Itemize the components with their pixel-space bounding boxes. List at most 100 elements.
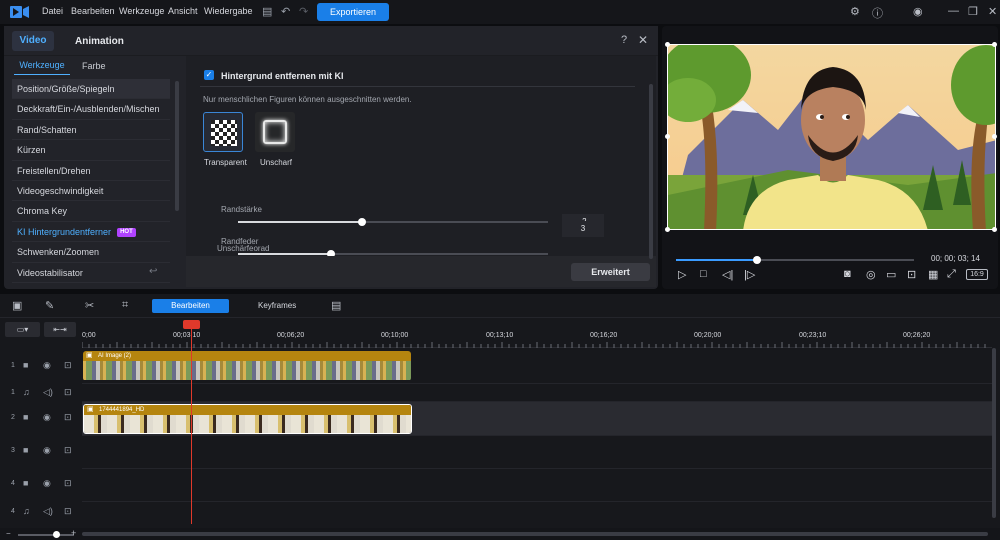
visibility-eye-icon[interactable]: ◉ — [43, 478, 51, 489]
timeline-ruler[interactable]: 0;00 00;03;10 00;06;20 00;10;00 00;13;10… — [82, 326, 992, 348]
lock-icon[interactable]: ⊡ — [64, 412, 72, 423]
fullscreen-icon[interactable]: ⤢ — [947, 268, 956, 281]
export-list-icon[interactable]: ▤ — [331, 299, 341, 312]
menu-bearbeiten[interactable]: Bearbeiten — [71, 6, 115, 16]
track-lane-4-audio[interactable] — [82, 502, 992, 524]
tool-item-deckkraft[interactable]: Deckkraft/Ein-/Ausblenden/Mischen — [12, 99, 170, 120]
randfeder-value[interactable]: 3 — [562, 221, 604, 237]
option-transparent[interactable] — [203, 112, 243, 152]
keyframes-button[interactable]: Keyframes — [258, 301, 296, 310]
clip-ai-image[interactable]: ▣ AI Image (2) — [83, 351, 411, 381]
timeline-horizontal-scrollbar[interactable] — [82, 532, 988, 536]
snapshot-icon[interactable]: ◙ — [844, 268, 851, 280]
subtitle-icon[interactable]: ▭ — [886, 268, 896, 281]
tool-item-rand[interactable]: Rand/Schatten — [12, 120, 170, 141]
zoom-out-icon[interactable]: − — [6, 529, 11, 538]
tool-item-chroma-key[interactable]: Chroma Key — [12, 201, 170, 222]
subtab-werkzeuge[interactable]: Werkzeuge — [14, 60, 70, 75]
minimize-icon[interactable]: — — [948, 5, 959, 17]
timeline-vertical-scrollbar[interactable] — [992, 348, 996, 518]
playhead[interactable] — [191, 324, 192, 524]
settings-gear-icon[interactable]: ⚙ — [850, 5, 860, 18]
erweitert-button[interactable]: Erweitert — [571, 263, 650, 281]
ai-background-checkbox[interactable]: ✓ — [204, 70, 214, 80]
resize-handle[interactable] — [665, 134, 670, 139]
resize-handle[interactable] — [992, 42, 997, 47]
visibility-eye-icon[interactable]: ◉ — [43, 412, 51, 423]
track-lane-1-audio[interactable] — [82, 384, 992, 402]
option-unscharf[interactable] — [255, 112, 295, 152]
resize-handle[interactable] — [665, 227, 670, 232]
layout-icon[interactable]: ▦ — [928, 268, 938, 281]
resize-handle[interactable] — [665, 42, 670, 47]
pen-icon[interactable]: ✎ — [45, 299, 54, 312]
restore-icon[interactable]: ❐ — [968, 5, 978, 18]
next-frame-icon[interactable]: |▷ — [744, 268, 755, 281]
export-button[interactable]: Exportieren — [317, 3, 389, 21]
redo-icon[interactable]: ↷ — [299, 5, 308, 18]
reset-icon[interactable]: ↩ — [149, 266, 157, 277]
slider-fill — [238, 221, 362, 223]
media-icon[interactable]: ▣ — [12, 299, 22, 312]
video-track-icon: ■ — [23, 412, 29, 422]
prev-frame-icon[interactable]: ◁| — [722, 268, 733, 281]
video-preview[interactable] — [667, 44, 996, 230]
randstaerke-slider[interactable] — [238, 218, 548, 226]
menu-werkzeuge[interactable]: Werkzeuge — [119, 6, 164, 16]
visibility-eye-icon[interactable]: ◉ — [43, 445, 51, 456]
menu-wiedergabe[interactable]: Wiedergabe — [204, 6, 253, 16]
speaker-icon[interactable]: ◁) — [43, 387, 53, 398]
lock-icon[interactable]: ⊡ — [64, 387, 72, 398]
visibility-eye-icon[interactable]: ◉ — [43, 360, 51, 371]
menu-ansicht[interactable]: Ansicht — [168, 6, 198, 16]
zoom-slider[interactable] — [18, 534, 74, 536]
resize-handle[interactable] — [992, 227, 997, 232]
zoom-slider-knob[interactable] — [53, 531, 60, 538]
subtab-farbe[interactable]: Farbe — [82, 61, 106, 71]
quality-icon[interactable]: ◎ — [866, 268, 876, 281]
track-lane-4-video[interactable] — [82, 469, 992, 502]
randfeder-slider[interactable] — [238, 250, 548, 258]
stop-icon[interactable]: □ — [700, 268, 707, 280]
scissors-icon[interactable]: ✂ — [85, 299, 94, 312]
aspect-ratio-button[interactable]: 16:9 — [966, 269, 988, 280]
track-manager-icon[interactable]: ▭▾ — [5, 322, 40, 337]
tool-item-freistellen[interactable]: Freistellen/Drehen — [12, 161, 170, 181]
fit-timeline-icon[interactable]: ⇤⇥ — [44, 322, 76, 337]
account-icon[interactable]: ◉ — [913, 5, 923, 18]
close-window-icon[interactable]: ✕ — [988, 5, 997, 18]
clip-name: 1744441894_HD — [99, 407, 145, 413]
zoom-preview-icon[interactable]: ⊡ — [907, 268, 916, 281]
undo-icon[interactable]: ↶ — [281, 5, 290, 18]
lock-icon[interactable]: ⊡ — [64, 506, 72, 517]
track-lane-3-video[interactable] — [82, 436, 992, 469]
tool-item-schwenken[interactable]: Schwenken/Zoomen — [12, 242, 170, 263]
clip-video[interactable]: ▣ 1744441894_HD — [83, 404, 412, 434]
resize-handle[interactable] — [992, 134, 997, 139]
tab-video[interactable]: Video — [12, 31, 54, 51]
tool-item-ki-hintergrund[interactable]: KI Hintergrundentferner HOT — [12, 222, 170, 243]
play-icon[interactable]: ▷ — [678, 268, 686, 281]
lock-icon[interactable]: ⊡ — [64, 478, 72, 489]
menu-datei[interactable]: Datei — [42, 6, 63, 16]
slider-knob[interactable] — [358, 218, 366, 226]
tool-list-scrollbar[interactable] — [175, 81, 179, 211]
tool-item-kuerzen[interactable]: Kürzen — [12, 140, 170, 161]
save-icon[interactable]: ▤ — [262, 5, 272, 18]
crop-icon[interactable]: ⌗ — [122, 299, 128, 312]
edit-button[interactable]: Bearbeiten — [152, 299, 229, 313]
zoom-in-icon[interactable]: + — [71, 528, 76, 538]
tool-item-stabilisator[interactable]: Videostabilisator — [12, 263, 170, 283]
panel-help-icon[interactable]: ? — [621, 34, 627, 46]
panel-close-icon[interactable]: ✕ — [638, 33, 648, 47]
playback-scrubber[interactable] — [676, 256, 914, 264]
scrubber-knob[interactable] — [752, 256, 761, 264]
tool-item-position[interactable]: Position/Größe/Spiegeln — [12, 79, 170, 100]
speaker-icon[interactable]: ◁) — [43, 506, 53, 517]
lock-icon[interactable]: ⊡ — [64, 445, 72, 456]
tab-animation[interactable]: Animation — [75, 36, 124, 47]
help-icon[interactable]: ⓘ — [872, 5, 883, 21]
lock-icon[interactable]: ⊡ — [64, 360, 72, 371]
settings-scrollbar[interactable] — [649, 84, 653, 259]
tool-item-geschwindigkeit[interactable]: Videogeschwindigkeit — [12, 181, 170, 202]
